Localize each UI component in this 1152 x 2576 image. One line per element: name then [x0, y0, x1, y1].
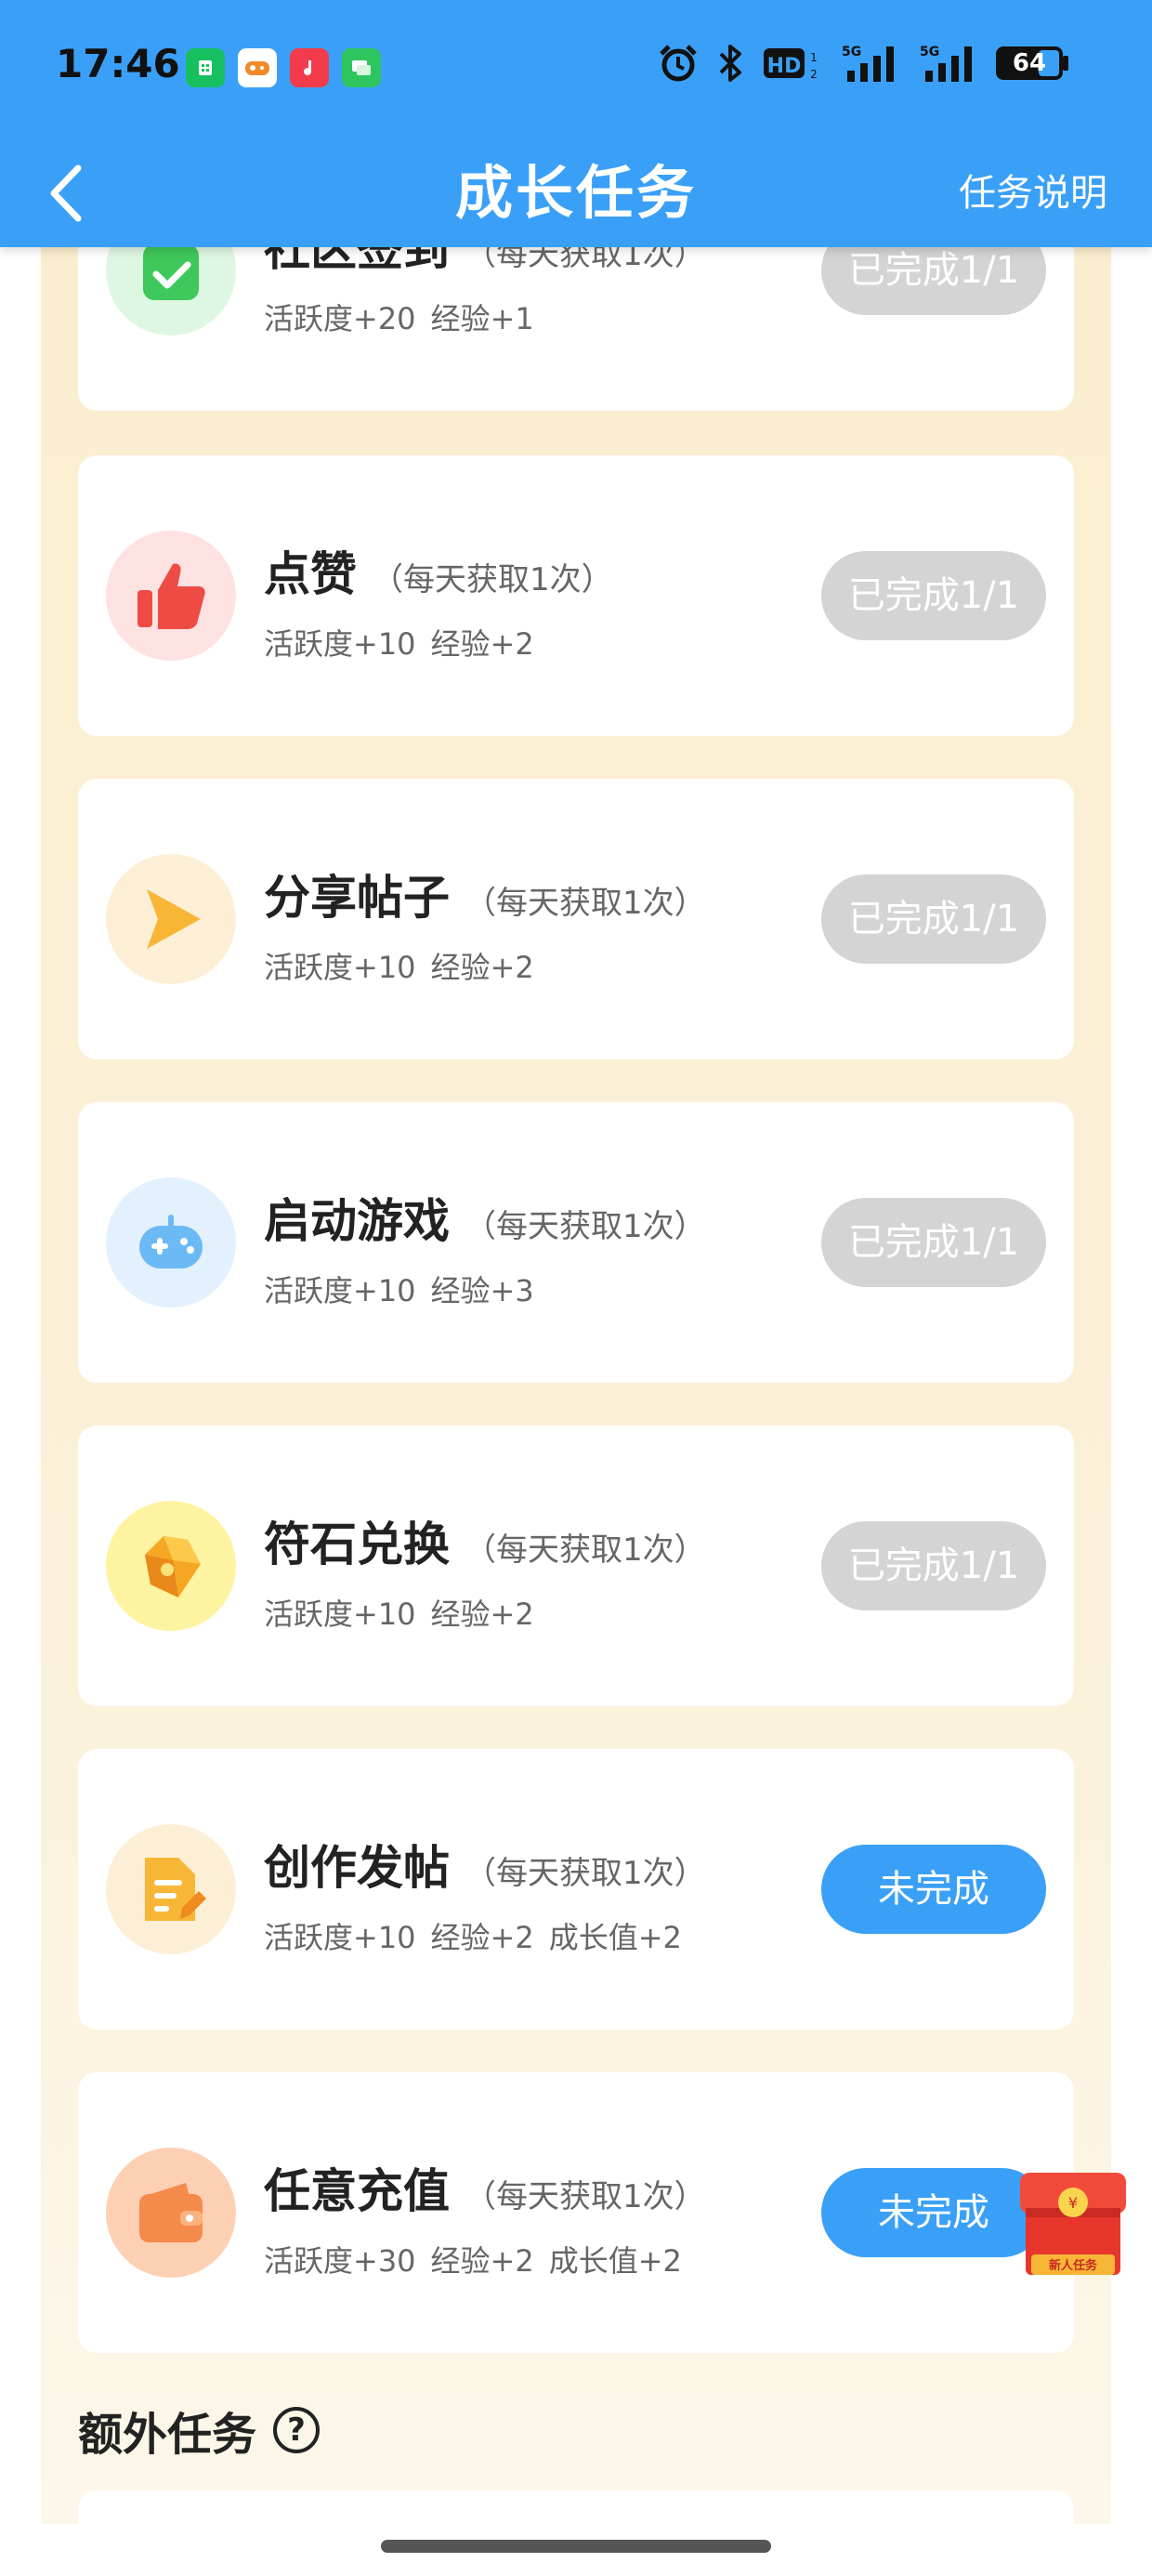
- app-notification-icon: [186, 48, 225, 87]
- task-limit: （每天获取1次）: [465, 1208, 706, 1245]
- wallet-icon: [106, 2148, 236, 2278]
- chevron-left-icon: [50, 164, 82, 222]
- task-title: 符石兑换 （每天获取1次）: [264, 1518, 706, 1571]
- status-time: 17:46: [56, 41, 180, 86]
- task-description-link[interactable]: 任务说明: [959, 139, 1107, 247]
- task-status-button[interactable]: 已完成1/1: [821, 551, 1046, 640]
- svg-text:HD: HD: [767, 55, 802, 78]
- task-title: 分享帖子 （每天获取1次）: [264, 871, 706, 925]
- task-card-launch-game: 启动游戏 （每天获取1次） 活跃度+10 经验+3 已完成1/1: [78, 1102, 1074, 1383]
- signal-5g-icon: 5G: [842, 45, 894, 82]
- task-reward: 活跃度+10 经验+2: [264, 1597, 534, 1632]
- svg-text:2: 2: [810, 68, 818, 81]
- message-app-icon: [342, 48, 381, 87]
- task-limit: （每天获取1次）: [465, 1531, 706, 1569]
- task-card-recharge: 任意充值 （每天获取1次） 活跃度+30 经验+2 成长值+2 未完成: [78, 2072, 1074, 2353]
- gamepad-icon: [106, 1177, 236, 1308]
- svg-text:1: 1: [810, 51, 818, 64]
- task-card-rune-exchange: 符石兑换 （每天获取1次） 活跃度+10 经验+2 已完成1/1: [78, 1426, 1074, 1706]
- task-limit: （每天获取1次）: [465, 2178, 706, 2215]
- task-limit: （每天获取1次）: [465, 1855, 706, 1892]
- task-card-share: 分享帖子 （每天获取1次） 活跃度+10 经验+2 已完成1/1: [78, 779, 1074, 1059]
- task-status-button[interactable]: 已完成1/1: [821, 1198, 1046, 1287]
- task-reward: 活跃度+10 经验+2: [264, 626, 534, 662]
- section-title-text: 额外任务: [78, 2409, 257, 2461]
- task-card-create-post: 创作发帖 （每天获取1次） 活跃度+10 经验+2 成长值+2 未完成: [78, 1749, 1074, 2030]
- task-reward: 活跃度+30 经验+2 成长值+2: [264, 2243, 682, 2279]
- extra-tasks-heading: 额外任务 ?: [78, 2398, 321, 2463]
- svg-text:5G: 5G: [920, 45, 939, 59]
- gem-icon: [106, 1501, 236, 1631]
- task-status-button[interactable]: 已完成1/1: [821, 1521, 1046, 1610]
- music-app-icon: [290, 48, 329, 87]
- battery-icon: 64: [996, 43, 1070, 84]
- task-reward: 活跃度+10 经验+2: [264, 950, 534, 985]
- bluetooth-icon: [719, 45, 741, 82]
- hd-icon: HD 1 2: [764, 48, 818, 81]
- status-bar: 17:46 HD 1 2 5G 5G 64: [0, 0, 1152, 139]
- task-reward: 活跃度+10 经验+3: [264, 1273, 534, 1308]
- document-edit-icon: [106, 1824, 236, 1954]
- home-indicator[interactable]: [381, 2540, 771, 2553]
- share-icon: [106, 854, 236, 984]
- thumbs-up-icon: [106, 531, 236, 661]
- game-center-icon: [238, 48, 277, 87]
- alarm-icon: [660, 45, 697, 82]
- system-status-icons: HD 1 2 5G 5G 64: [658, 43, 1070, 84]
- gift-chest-icon: ¥ 新人任务: [1020, 2173, 1126, 2275]
- battery-level: 64: [1012, 49, 1047, 77]
- task-title: 创作发帖 （每天获取1次）: [264, 1841, 706, 1895]
- task-title: 点赞 （每天获取1次）: [264, 547, 613, 601]
- svg-text:5G: 5G: [842, 45, 861, 59]
- task-title: 任意充值 （每天获取1次）: [264, 2164, 706, 2218]
- svg-text:¥: ¥: [1068, 2194, 1078, 2212]
- task-status-button[interactable]: 未完成: [821, 1845, 1046, 1934]
- navigation-bar: 成长任务 任务说明: [0, 139, 1152, 247]
- task-title: 启动游戏 （每天获取1次）: [264, 1194, 706, 1248]
- task-status-button[interactable]: 已完成1/1: [821, 874, 1046, 964]
- back-button[interactable]: [43, 139, 136, 247]
- newbie-task-label: 新人任务: [1049, 2258, 1098, 2273]
- signal-5g-secondary-icon: 5G: [920, 45, 972, 82]
- task-reward: 活跃度+10 经验+2 成长值+2: [264, 1920, 682, 1955]
- task-limit: （每天获取1次）: [465, 885, 706, 922]
- app-header: 17:46 HD 1 2 5G 5G 64 成长任务 任务说明: [0, 0, 1152, 247]
- newbie-task-floating-button[interactable]: ¥ 新人任务: [1013, 2162, 1133, 2280]
- task-limit: （每天获取1次）: [372, 561, 613, 598]
- extra-task-card: [78, 2491, 1074, 2528]
- task-reward: 活跃度+20 经验+1: [264, 301, 534, 336]
- help-circle-icon[interactable]: ?: [273, 2407, 321, 2453]
- notification-icons: [186, 48, 381, 87]
- task-card-like: 点赞 （每天获取1次） 活跃度+10 经验+2 已完成1/1: [78, 455, 1074, 736]
